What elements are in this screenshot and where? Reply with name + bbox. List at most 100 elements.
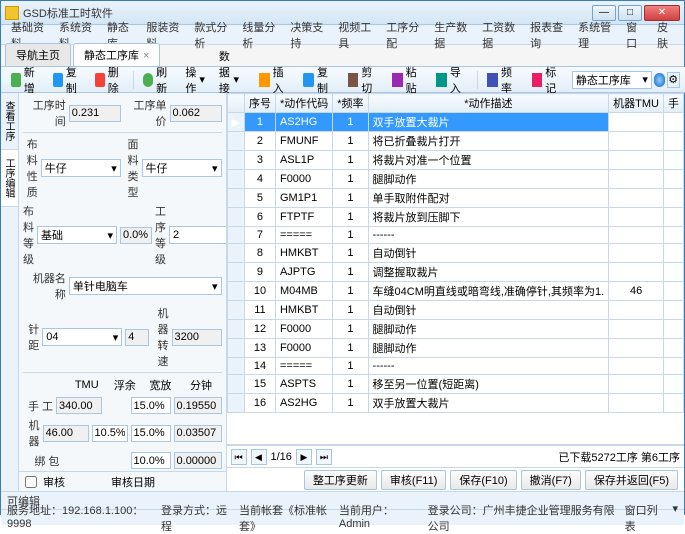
menu-prod[interactable]: 生产数据 <box>428 17 474 53</box>
face-type-label: 面料类型 <box>124 136 139 200</box>
page-indicator: 1/16 <box>271 451 292 463</box>
status-account: 当前帐套《标准帐套》 <box>239 502 339 534</box>
mach-label: 机 器 <box>23 417 40 449</box>
fabric-prop-label: 布料性质 <box>23 136 38 200</box>
form-panel: 工序时间 工序单价 布料性质 牛仔▾ 面料类型 牛仔▾ 布料等级 基础▾ 工序等… <box>19 93 227 491</box>
mach-relax[interactable] <box>131 425 171 442</box>
table-row[interactable]: 6 FTPTF 1 将裁片放到压脚下 <box>227 208 684 227</box>
grid-scroll[interactable]: 序号 *动作代码 *频率 *动作描述 机器TMU 手 ▶ 1 AS2HG 1 双… <box>227 93 685 445</box>
fabric-prop-select[interactable]: 牛仔▾ <box>41 159 121 177</box>
table-row[interactable]: 16 AS2HG 1 双手放置大裁片 <box>227 394 684 413</box>
hand-tmu <box>56 397 102 414</box>
table-row[interactable]: 4 F0000 1 腿脚动作 <box>227 170 684 189</box>
tool-icon[interactable]: ⚙ <box>667 72 680 88</box>
tie-label: 绑 包 <box>23 453 59 469</box>
col-hand[interactable]: 手 <box>664 94 684 113</box>
table-row[interactable]: 11 HMKBT 1 自动倒针 <box>227 301 684 320</box>
status-winlist[interactable]: 窗口列表 <box>625 502 665 534</box>
table-row[interactable]: 5 GM1P1 1 单手取附件配对 <box>227 189 684 208</box>
proc-grade-select[interactable]: 2▾ <box>169 226 227 244</box>
audit-checkbox[interactable] <box>25 476 37 488</box>
audit-button[interactable]: 审核(F11) <box>381 470 446 490</box>
face-type-select[interactable]: 牛仔▾ <box>142 159 222 177</box>
relax-header: 宽放 <box>143 377 177 393</box>
col-desc[interactable]: *动作描述 <box>368 94 609 113</box>
nav-prev[interactable]: ◀ <box>251 449 267 465</box>
menu-video[interactable]: 视频工具 <box>332 17 378 53</box>
tie-min <box>174 452 222 469</box>
speed-label: 机器转速 <box>152 305 168 369</box>
menu-decision[interactable]: 决策支持 <box>284 17 330 53</box>
speed-field <box>172 329 222 346</box>
proc-grade-label: 工序等级 <box>155 203 166 267</box>
table-row[interactable]: 10 M04MB 1 车缝04CM明直线或暗弯线,准确停针,其频率为1. 46 <box>227 282 684 301</box>
cancel-button[interactable]: 撤消(F7) <box>521 470 581 490</box>
mach-min <box>174 425 222 442</box>
machine-label: 机器名称 <box>23 270 66 302</box>
min-header: 分钟 <box>180 377 221 393</box>
table-row[interactable]: 7 ===== 1 ------ <box>227 227 684 244</box>
menu-window[interactable]: 窗口 <box>620 17 649 53</box>
tie-relax[interactable] <box>131 452 171 469</box>
proc-time-label: 工序时间 <box>23 97 66 129</box>
table-row[interactable]: 8 HMKBT 1 自动倒针 <box>227 244 684 263</box>
mach-tmu <box>43 425 89 442</box>
menu-sysmgr[interactable]: 系统管理 <box>572 17 618 53</box>
menu-skin[interactable]: 皮肤 <box>651 17 680 53</box>
side-tab-edit[interactable]: 工序编辑 <box>1 150 18 207</box>
right-toolbar: 插入 复制 剪切 粘贴 导入 频率 标记 静态工序库▾ ⚙ 报表▾ <box>249 67 685 93</box>
tmu-header: TMU <box>67 379 106 391</box>
col-tmu[interactable]: 机器TMU <box>609 94 664 113</box>
side-tab-view[interactable]: 查看工序 <box>1 93 18 150</box>
menu-salary[interactable]: 工资数据 <box>476 17 522 53</box>
table-row[interactable]: ▶ 1 AS2HG 1 双手放置大裁片 <box>227 113 684 132</box>
status-company: 登录公司：广州丰捷企业管理服务有限公司 <box>428 502 617 534</box>
proc-price-field <box>170 105 222 122</box>
col-code[interactable]: *动作代码 <box>275 94 332 113</box>
needle-label: 针 距 <box>23 321 39 353</box>
table-row[interactable]: 12 F0000 1 腿脚动作 <box>227 320 684 339</box>
left-toolbar: 新增 复制 删除 刷新 操作▾ 数据接口▾ <box>1 67 249 93</box>
audit-date-label: 审核日期 <box>111 474 155 490</box>
actions-grid[interactable]: 序号 *动作代码 *频率 *动作描述 机器TMU 手 ▶ 1 AS2HG 1 双… <box>227 93 685 413</box>
proc-time-field <box>69 105 121 122</box>
proc-price-label: 工序单价 <box>124 97 167 129</box>
col-seq[interactable]: 序号 <box>244 94 275 113</box>
status-bar2: 服务地址：192.168.1.100：9998 登录方式：远程 当前帐套《标准帐… <box>1 509 684 525</box>
fabric-grade-pct <box>120 227 152 244</box>
grid-nav: ⏮ ◀ 1/16 ▶ ⏭ 已下载5272工序 第6工序 <box>227 445 685 467</box>
table-row[interactable]: 13 F0000 1 腿脚动作 <box>227 339 684 358</box>
fabric-grade-select[interactable]: 基础▾ <box>37 226 117 244</box>
nav-last[interactable]: ⏭ <box>316 449 332 465</box>
col-freq[interactable]: *频率 <box>333 94 368 113</box>
needle-select[interactable]: 04▾ <box>42 328 122 346</box>
status-count: 已下载5272工序 第6工序 <box>558 449 680 465</box>
float-header: 浮余 <box>109 377 140 393</box>
grid-panel: 序号 *动作代码 *频率 *动作描述 机器TMU 手 ▶ 1 AS2HG 1 双… <box>227 93 685 491</box>
nav-first[interactable]: ⏮ <box>231 449 247 465</box>
nav-next[interactable]: ▶ <box>296 449 312 465</box>
needle2-field <box>125 329 149 346</box>
table-row[interactable]: 9 AJPTG 1 调整握取裁片 <box>227 263 684 282</box>
hand-label: 手 工 <box>23 398 53 414</box>
mach-float[interactable] <box>92 425 128 442</box>
fabric-grade-label: 布料等级 <box>23 203 34 267</box>
menu-alloc[interactable]: 工序分配 <box>380 17 426 53</box>
hand-min <box>174 397 222 414</box>
save-button[interactable]: 保存(F10) <box>450 470 516 490</box>
save-back-button[interactable]: 保存并返回(F5) <box>585 470 678 490</box>
menu-bar: 基础资料 系统资料 静态库 服装资料 款式分析 线量分析 决策支持 视频工具 工… <box>1 25 684 45</box>
lib-select[interactable]: 静态工序库▾ <box>572 71 652 89</box>
globe-icon[interactable] <box>654 73 665 87</box>
machine-select[interactable]: 单针电脑车▾ <box>69 277 222 295</box>
status-user: 当前用户： Admin <box>339 502 420 534</box>
menu-report[interactable]: 报表查询 <box>524 17 570 53</box>
hand-relax[interactable] <box>131 397 171 414</box>
update-button[interactable]: 整工序更新 <box>304 470 377 490</box>
side-tab-bar: 查看工序 工序编辑 <box>1 93 19 491</box>
table-row[interactable]: 3 ASL1P 1 将裁片对准一个位置 <box>227 151 684 170</box>
status-addr: 服务地址：192.168.1.100：9998 <box>7 502 153 534</box>
table-row[interactable]: 15 ASPTS 1 移至另一位置(短距离) <box>227 375 684 394</box>
table-row[interactable]: 14 ===== 1 ------ <box>227 358 684 375</box>
table-row[interactable]: 2 FMUNF 1 将已折叠裁片打开 <box>227 132 684 151</box>
